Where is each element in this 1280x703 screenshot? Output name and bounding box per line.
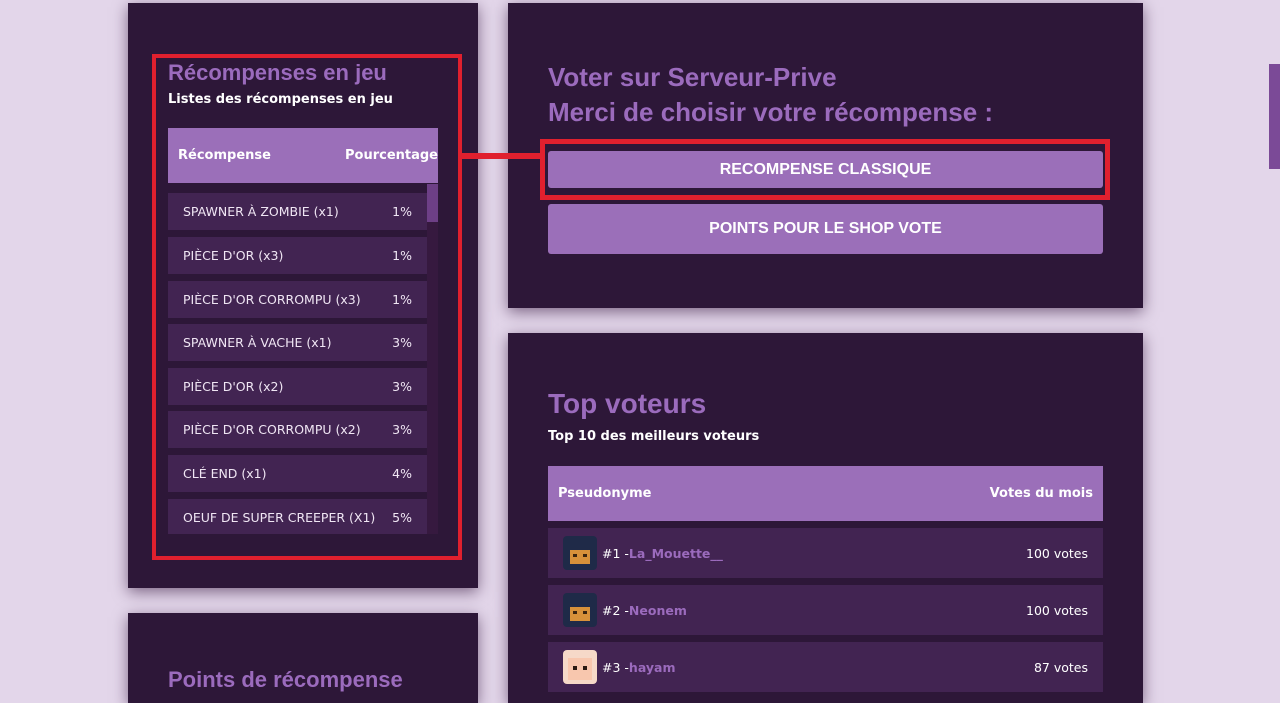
vote-title-line1: Voter sur Serveur-Prive <box>548 62 837 92</box>
top-voters-subtitle: Top 10 des meilleurs voteurs <box>548 429 760 444</box>
avatar <box>563 536 597 570</box>
voter-rank: #1 - <box>602 545 629 561</box>
voter-name-link[interactable]: La_Mouette__ <box>629 546 723 561</box>
voter-votes: 100 votes <box>1026 602 1088 618</box>
voter-votes: 100 votes <box>1026 545 1088 561</box>
column-pseudonym: Pseudonyme <box>558 486 652 501</box>
rewards-highlight-box <box>152 54 462 560</box>
top-voters-card: Top voteurs Top 10 des meilleurs voteurs… <box>508 333 1143 703</box>
points-card: Points de récompense <box>128 613 478 703</box>
table-row: #3 - hayam 87 votes <box>548 642 1103 692</box>
voter-name-link[interactable]: hayam <box>629 660 676 675</box>
table-row: #1 - La_Mouette__ 100 votes <box>548 528 1103 578</box>
shop-points-button[interactable]: POINTS POUR LE SHOP VOTE <box>548 204 1103 254</box>
voter-name-link[interactable]: Neonem <box>629 603 687 618</box>
top-voters-title: Top voteurs <box>548 388 707 419</box>
points-title: Points de récompense <box>168 667 403 692</box>
table-row: #2 - Neonem 100 votes <box>548 585 1103 635</box>
highlight-connector-line <box>458 153 540 159</box>
vote-title-line2: Merci de choisir votre récompense : <box>548 97 994 127</box>
avatar <box>563 650 597 684</box>
page-scrollbar-thumb[interactable] <box>1269 64 1280 169</box>
avatar <box>563 593 597 627</box>
voter-rank: #3 - <box>602 659 629 675</box>
top-voters-table-header: Pseudonyme Votes du mois <box>548 466 1103 521</box>
classic-button-highlight-box <box>540 139 1110 200</box>
vote-title: Voter sur Serveur-Prive Merci de choisir… <box>548 60 993 130</box>
column-votes: Votes du mois <box>989 486 1093 501</box>
voter-votes: 87 votes <box>1033 659 1088 675</box>
voter-rank: #2 - <box>602 602 629 618</box>
